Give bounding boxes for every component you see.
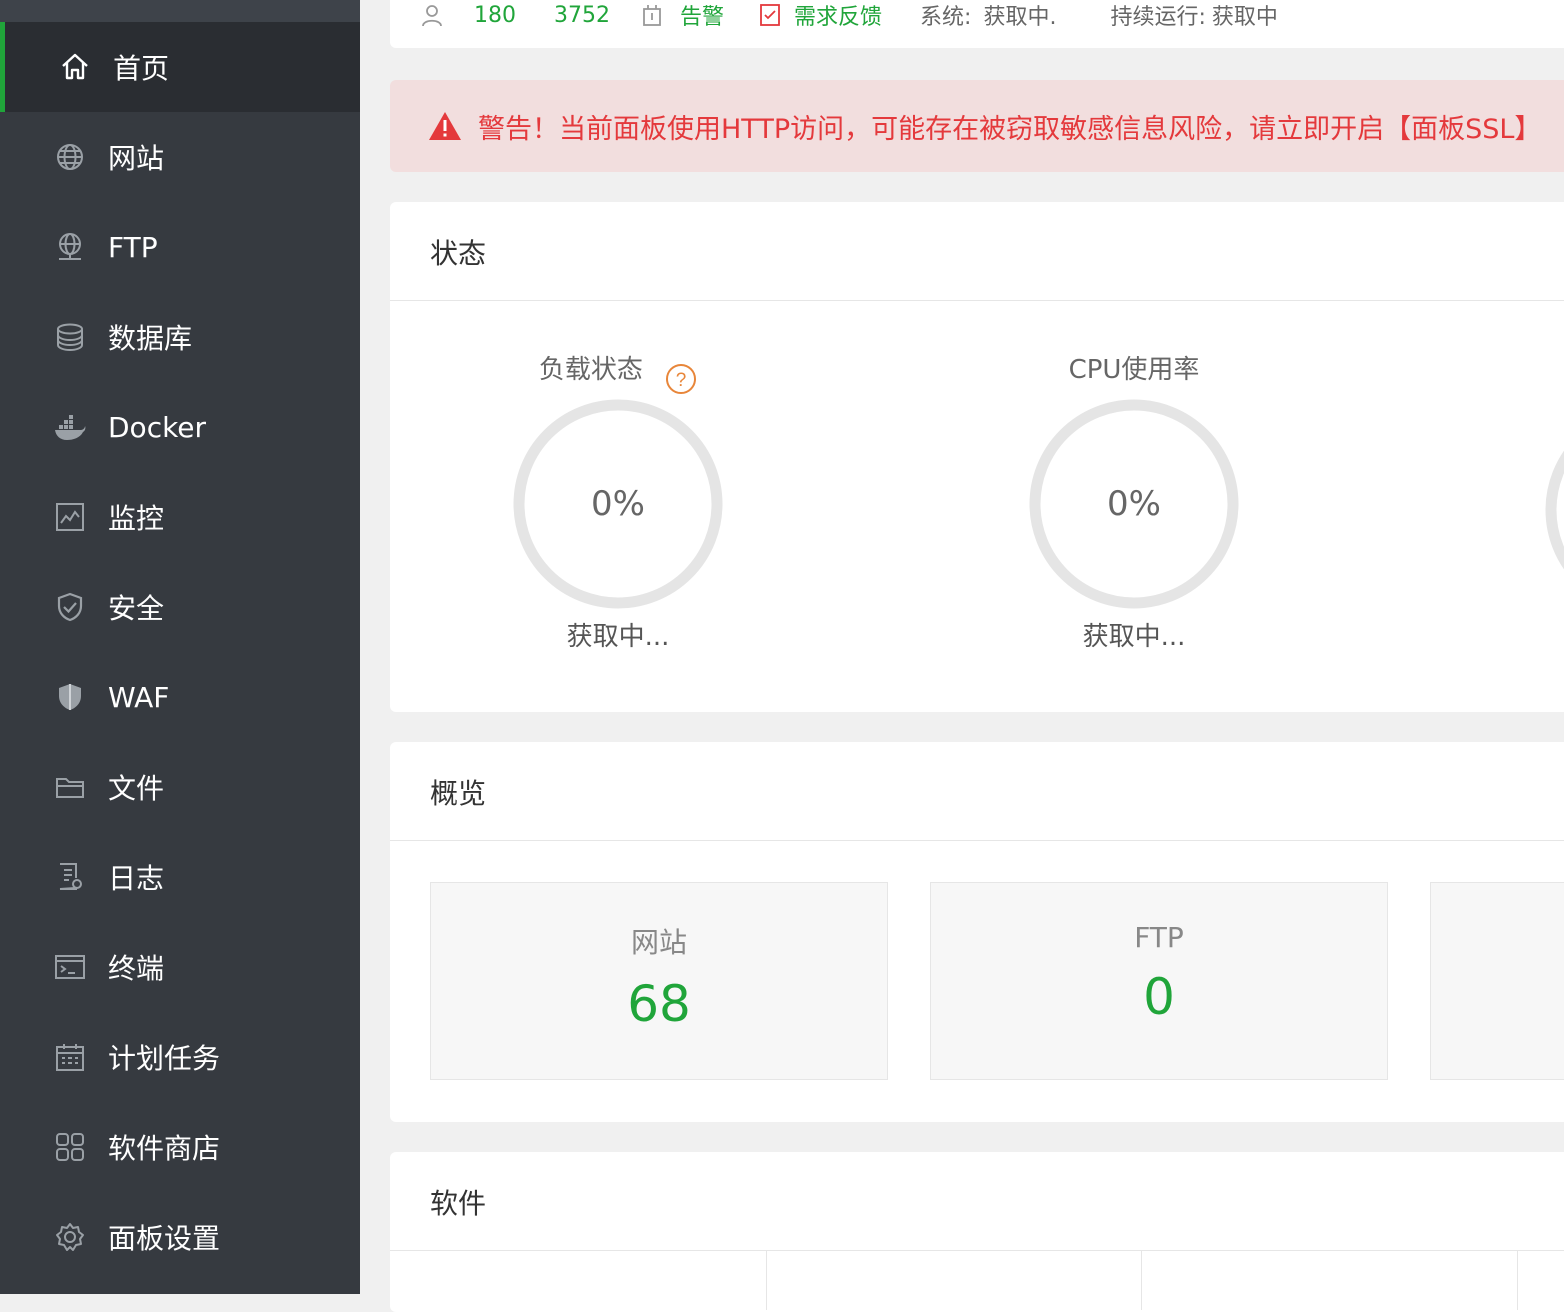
software-card: 软件: [390, 1152, 1564, 1312]
feedback-link[interactable]: 需求反馈: [794, 0, 882, 31]
waf-icon: [53, 680, 87, 714]
overview-card: 概览 网站 68 FTP 0: [390, 742, 1564, 1122]
system-label: 系统:: [920, 5, 972, 30]
overview-value[interactable]: 0: [931, 968, 1387, 1026]
sidebar-item-docker[interactable]: Docker: [0, 382, 360, 472]
terminal-icon: [53, 950, 87, 984]
sidebar-item-label: WAF: [108, 680, 170, 714]
svg-text:?: ?: [676, 370, 687, 391]
sidebar-item-label: FTP: [108, 230, 158, 264]
alarm-link[interactable]: 告警: [680, 0, 724, 31]
shield-icon: [53, 590, 87, 624]
log-icon: [53, 860, 87, 894]
software-divider: [390, 1250, 1564, 1251]
sidebar-item-cron[interactable]: 计划任务: [0, 1012, 360, 1102]
top-info-bar: 180 3752 告警 需求反馈 系统: 获取中. 持续运行: 获取中: [390, 0, 1564, 48]
sidebar-item-label: 日志: [108, 862, 165, 895]
sidebar-item-label: 面板设置: [108, 1222, 221, 1255]
status-title: 状态: [430, 237, 487, 270]
overview-value[interactable]: 68: [431, 975, 887, 1033]
gear-icon: [53, 1220, 87, 1254]
sidebar-top-strip: [0, 0, 360, 22]
gauge-value: 0%: [1107, 484, 1161, 524]
sidebar-item-app-store[interactable]: 软件商店: [0, 1102, 360, 1192]
overview-divider: [390, 840, 1564, 841]
sidebar-item-label: 首页: [113, 52, 170, 85]
warning-icon: [428, 111, 462, 141]
uptime-label: 持续运行:: [1110, 5, 1206, 30]
help-icon[interactable]: ?: [665, 355, 697, 394]
overview-ftp[interactable]: FTP 0: [930, 882, 1388, 1080]
monitor-icon: [53, 500, 87, 534]
database-icon: [53, 320, 87, 354]
http-warning-alert[interactable]: 警告！当前面板使用HTTP访问，可能存在被窃取敏感信息风险，请立即开启【面板SS…: [390, 80, 1564, 172]
alarm-icon: [640, 3, 664, 27]
sidebar-item-label: 软件商店: [108, 1132, 221, 1165]
sidebar-item-settings[interactable]: 面板设置: [0, 1192, 360, 1282]
overview-title: 概览: [430, 777, 487, 810]
sidebar-item-label: 监控: [108, 502, 165, 535]
sidebar-item-label: Docker: [108, 410, 207, 444]
sidebar-item-label: 终端: [108, 952, 165, 985]
feedback-icon: [758, 3, 782, 27]
alert-text: 警告！当前面板使用HTTP访问，可能存在被窃取敏感信息风险，请立即开启【面板SS…: [478, 113, 1542, 145]
status-card: 状态 负载状态 ? 0% 获取中... CPU使用率 0% 获取中...: [390, 202, 1564, 712]
sidebar-item-ftp[interactable]: FTP: [0, 202, 360, 292]
software-column-divider: [766, 1250, 767, 1310]
software-title: 软件: [430, 1187, 487, 1220]
sidebar-item-label: 文件: [108, 772, 165, 805]
gauge-ring: 0%: [513, 399, 723, 609]
main-content: 180 3752 告警 需求反馈 系统: 获取中. 持续运行: 获取中 警告！当…: [390, 0, 1564, 1312]
sidebar-item-files[interactable]: 文件: [0, 742, 360, 832]
sidebar-item-monitor[interactable]: 监控: [0, 472, 360, 562]
sidebar: 首页 网站 FTP 数据库 Docker 监控 安全 WAF 文件 日志 终端 …: [0, 0, 360, 1294]
sidebar-item-websites[interactable]: 网站: [0, 112, 360, 202]
software-column-divider: [1517, 1250, 1518, 1310]
overview-box-partial[interactable]: [1430, 882, 1564, 1080]
sidebar-item-database[interactable]: 数据库: [0, 292, 360, 382]
sidebar-item-label: 数据库: [108, 322, 193, 355]
gauge-ring-partial: [1545, 450, 1564, 570]
calendar-icon: [53, 1040, 87, 1074]
id-count[interactable]: 3752: [554, 3, 610, 28]
user-count[interactable]: 180: [474, 3, 516, 28]
sidebar-item-waf[interactable]: WAF: [0, 652, 360, 742]
sidebar-item-terminal[interactable]: 终端: [0, 922, 360, 1012]
overview-websites[interactable]: 网站 68: [430, 882, 888, 1080]
software-column-divider: [1141, 1250, 1142, 1310]
sidebar-item-security[interactable]: 安全: [0, 562, 360, 652]
globe-icon: [53, 140, 87, 174]
overview-label: 网站: [630, 926, 687, 959]
status-divider: [390, 300, 1564, 301]
grid-icon: [53, 1130, 87, 1164]
sidebar-item-label: 安全: [108, 592, 165, 625]
uptime-value: 获取中: [1211, 5, 1278, 30]
gauge-ring: 0%: [1029, 399, 1239, 609]
system-value: 获取中.: [983, 5, 1057, 30]
load-gauge[interactable]: 负载状态 ? 0% 获取中...: [488, 352, 748, 653]
gauge-subtext: 获取中...: [566, 622, 670, 652]
sidebar-item-label: 计划任务: [108, 1042, 221, 1075]
folder-icon: [53, 770, 87, 804]
sidebar-item-label: 网站: [108, 142, 165, 175]
gauge-title: CPU使用率: [1068, 355, 1200, 385]
gauge-title: 负载状态: [538, 355, 643, 385]
gauge-subtext: 获取中...: [1082, 622, 1186, 652]
overview-label: FTP: [1134, 921, 1184, 954]
sidebar-item-home[interactable]: 首页: [0, 22, 360, 112]
home-icon: [58, 50, 92, 84]
gauge-value: 0%: [591, 484, 645, 524]
docker-icon: [53, 410, 87, 444]
cpu-gauge[interactable]: CPU使用率 0% 获取中...: [1004, 352, 1264, 653]
sidebar-item-logs[interactable]: 日志: [0, 832, 360, 922]
user-icon: [420, 3, 444, 27]
ftp-icon: [53, 230, 87, 264]
